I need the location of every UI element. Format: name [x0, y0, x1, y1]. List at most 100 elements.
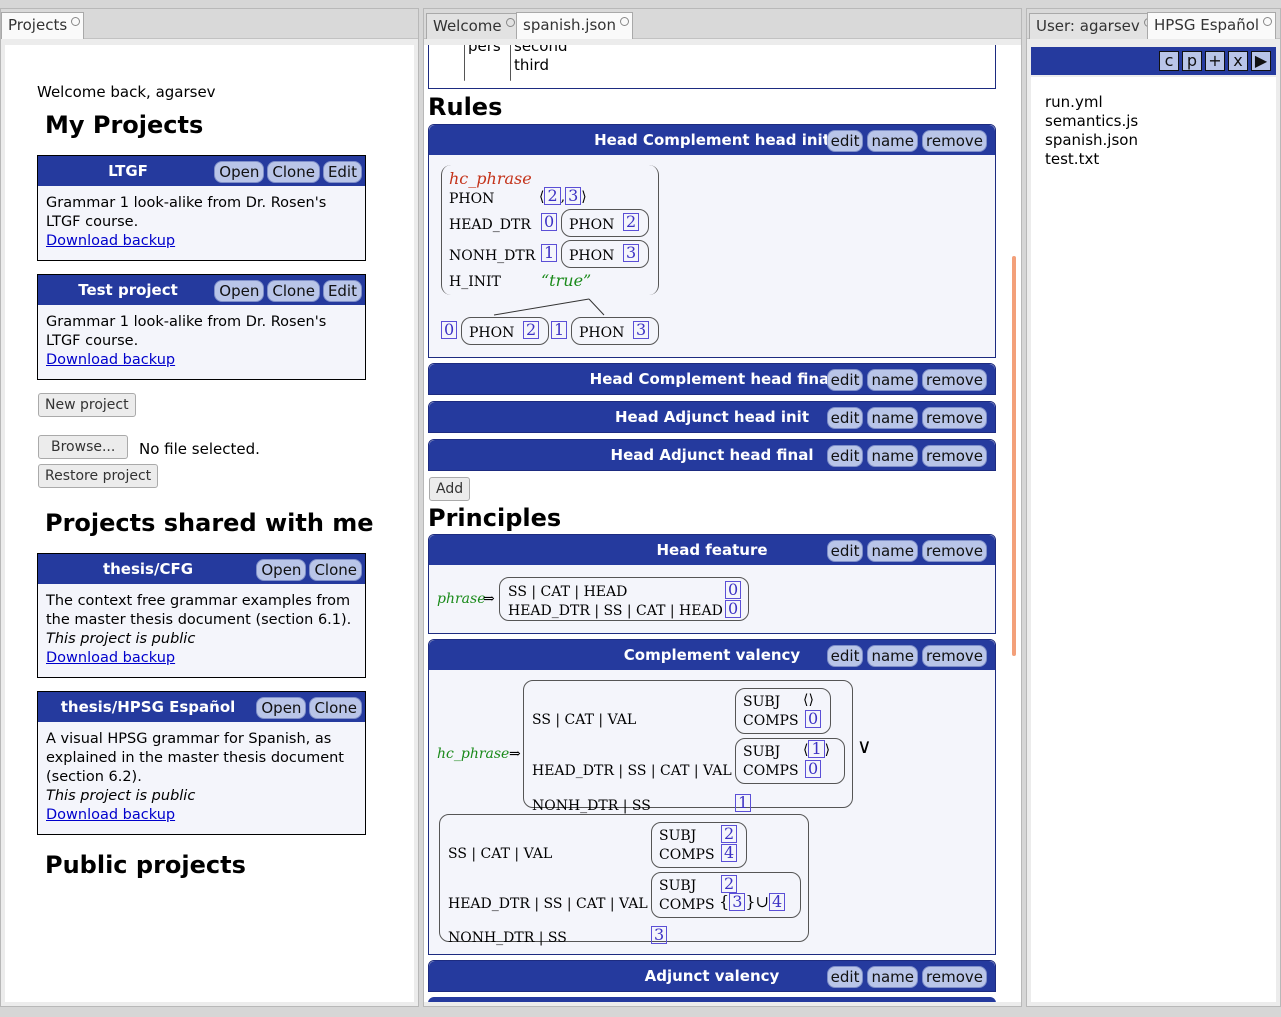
file-list-bg: [1031, 77, 1276, 1002]
tab-welcome[interactable]: Welcome: [426, 13, 519, 39]
restore-project-button[interactable]: Restore project: [38, 464, 159, 488]
open-button[interactable]: Open: [214, 280, 265, 302]
project-title: thesis/HPSG Español: [60, 698, 236, 716]
public-note: This project is public: [46, 631, 196, 647]
add-rule-button[interactable]: Add: [429, 477, 471, 501]
close-icon[interactable]: [1263, 17, 1273, 26]
principles-heading: Principles: [428, 504, 562, 532]
new-project-button[interactable]: New project: [38, 393, 136, 417]
remove-button[interactable]: remove: [922, 445, 987, 467]
rule-head-adjunct-head-init: Head Adjunct head init edit name remove: [428, 401, 996, 433]
edit-button[interactable]: edit: [826, 369, 864, 391]
editor-content: pers second third Rules Head Complement …: [424, 45, 1021, 1002]
file-toolbar: c p + x ▶: [1031, 47, 1276, 75]
rule-head-complement-head-init: Head Complement head init edit name remo…: [428, 124, 996, 358]
delete-file-button[interactable]: x: [1228, 51, 1248, 71]
file-item[interactable]: spanish.json: [1045, 131, 1138, 150]
remove-button[interactable]: remove: [922, 130, 987, 152]
editor-scrollbar[interactable]: [1012, 256, 1016, 656]
remove-button[interactable]: remove: [922, 540, 987, 562]
editor-pane: Welcome spanish.json pers second third R…: [423, 8, 1022, 1007]
remove-button[interactable]: remove: [922, 407, 987, 429]
browse-button[interactable]: Browse...: [38, 435, 129, 459]
project-title: thesis/CFG: [102, 560, 194, 578]
project-card-header: LTGF Open Clone Edit: [38, 156, 365, 186]
project-card-test: Test project Open Clone Edit Grammar 1 l…: [37, 274, 366, 380]
project-body: Grammar 1 look-alike from Dr. Rosen's LT…: [38, 186, 365, 257]
add-file-button[interactable]: +: [1205, 51, 1225, 71]
edit-button[interactable]: Edit: [322, 161, 362, 183]
projects-content: Welcome back, agarsev My Projects LTGF O…: [5, 45, 414, 1002]
avm-type: hc_phrase: [449, 169, 532, 188]
clone-button[interactable]: Clone: [309, 559, 362, 581]
project-body: A visual HPSG grammar for Spanish, as ex…: [38, 722, 365, 831]
files-pane: User: agarsev HPSG Español c p + x ▶ run…: [1026, 8, 1281, 1007]
remove-button[interactable]: remove: [922, 369, 987, 391]
project-card-ltgf: LTGF Open Clone Edit Grammar 1 look-alik…: [37, 155, 366, 261]
principle-head-feature: Head feature edit name remove phrase ⇒ S…: [428, 534, 996, 634]
shared-projects-heading: Projects shared with me: [45, 509, 374, 537]
name-button[interactable]: name: [867, 966, 919, 988]
welcome-text: Welcome back, agarsev: [37, 83, 216, 101]
edit-button[interactable]: edit: [826, 130, 864, 152]
project-card-header: thesis/CFG Open Clone: [38, 554, 365, 584]
name-button[interactable]: name: [867, 540, 919, 562]
or-symbol: ∨: [857, 734, 872, 758]
next-principle-header: [428, 997, 996, 1002]
run-button[interactable]: ▶: [1251, 51, 1271, 71]
tree-lines: [493, 298, 605, 316]
edit-button[interactable]: edit: [826, 407, 864, 429]
project-body: The context free grammar examples from t…: [38, 584, 365, 674]
name-button[interactable]: name: [867, 369, 919, 391]
close-icon[interactable]: [619, 17, 629, 26]
name-button[interactable]: name: [867, 645, 919, 667]
edit-button[interactable]: Edit: [322, 280, 362, 302]
clone-button[interactable]: Clone: [267, 161, 320, 183]
remove-button[interactable]: remove: [922, 645, 987, 667]
edit-button[interactable]: edit: [826, 645, 864, 667]
open-button[interactable]: Open: [256, 697, 307, 719]
hc-init-daughters: 0 PHON 2 1 PHON 3: [441, 317, 681, 347]
p-button[interactable]: p: [1182, 51, 1202, 71]
project-body: Grammar 1 look-alike from Dr. Rosen's LT…: [38, 305, 365, 376]
open-button[interactable]: Open: [214, 161, 265, 183]
edit-button[interactable]: edit: [826, 966, 864, 988]
editor-tabbar: Welcome spanish.json: [424, 9, 1021, 39]
name-button[interactable]: name: [867, 445, 919, 467]
file-item[interactable]: run.yml: [1045, 93, 1138, 112]
tab-user[interactable]: User: agarsev: [1029, 13, 1157, 39]
download-backup-link[interactable]: Download backup: [46, 352, 175, 368]
tab-hpsg-espanol[interactable]: HPSG Español: [1147, 12, 1277, 39]
close-icon[interactable]: [71, 17, 81, 26]
edit-button[interactable]: edit: [826, 540, 864, 562]
file-item[interactable]: test.txt: [1045, 150, 1138, 169]
name-button[interactable]: name: [867, 130, 919, 152]
rule-head-complement-head-final: Head Complement head final edit name rem…: [428, 363, 996, 395]
project-card-cfg: thesis/CFG Open Clone The context free g…: [37, 553, 366, 678]
clone-button[interactable]: Clone: [267, 280, 320, 302]
close-icon[interactable]: [505, 18, 515, 27]
file-item[interactable]: semantics.js: [1045, 112, 1138, 131]
principle-adjunct-valency: Adjunct valency edit name remove: [428, 960, 996, 992]
edit-button[interactable]: edit: [826, 445, 864, 467]
head-feature-avm: phrase ⇒ SS | CAT | HEAD HEAD_DTR | SS |…: [437, 575, 757, 625]
clone-button[interactable]: Clone: [309, 697, 362, 719]
project-description: Grammar 1 look-alike from Dr. Rosen's LT…: [46, 314, 327, 349]
tab-projects[interactable]: Projects: [1, 12, 85, 39]
project-description: Grammar 1 look-alike from Dr. Rosen's LT…: [46, 195, 327, 230]
projects-tabbar: Projects: [1, 9, 418, 39]
principle-header: Complement valency edit name remove: [429, 640, 995, 670]
principle-header: Head feature edit name remove: [429, 535, 995, 565]
open-button[interactable]: Open: [256, 559, 307, 581]
download-backup-link[interactable]: Download backup: [46, 650, 175, 666]
project-title: Test project: [78, 281, 178, 299]
download-backup-link[interactable]: Download backup: [46, 807, 175, 823]
download-backup-link[interactable]: Download backup: [46, 233, 175, 249]
remove-button[interactable]: remove: [922, 966, 987, 988]
name-button[interactable]: name: [867, 407, 919, 429]
project-description: A visual HPSG grammar for Spanish, as ex…: [46, 731, 344, 785]
c-button[interactable]: c: [1159, 51, 1179, 71]
complement-valency-avm: hc_phrase ⇒ SS | CAT | VAL SUBJ ⟨⟩ COMPS…: [437, 680, 877, 950]
projects-pane: Projects Welcome back, agarsev My Projec…: [0, 8, 419, 1007]
tab-spanish-json[interactable]: spanish.json: [516, 12, 633, 39]
